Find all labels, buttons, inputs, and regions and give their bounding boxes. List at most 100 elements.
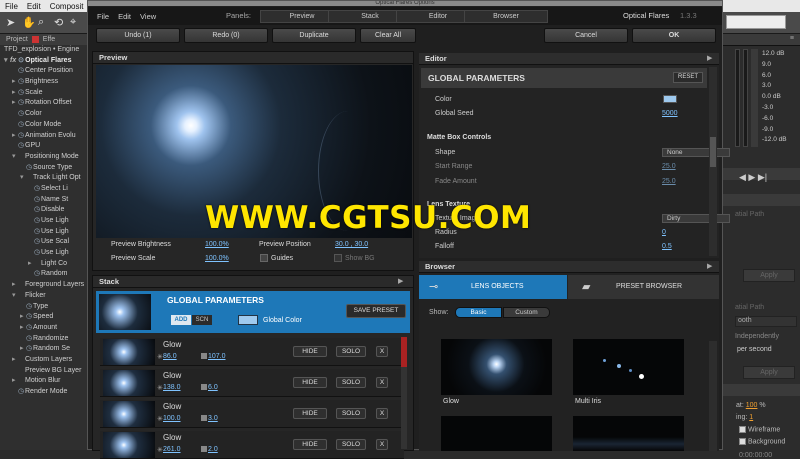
host-menu-file[interactable]: File bbox=[5, 2, 18, 11]
stopwatch-icon[interactable]: ◷ bbox=[34, 248, 41, 259]
stopwatch-icon[interactable]: ◷ bbox=[34, 184, 41, 195]
hide-button[interactable]: HIDE bbox=[293, 439, 327, 450]
global-parameters-row[interactable]: GLOBAL PARAMETERS ADD SCN Global Color S… bbox=[96, 291, 410, 333]
apply-button-2[interactable]: Apply bbox=[743, 366, 795, 379]
rotate-tool-icon[interactable]: ⟲ bbox=[54, 16, 63, 29]
preview-position-value[interactable]: 30.0 , 30.0 bbox=[335, 241, 368, 248]
preview-brightness-value[interactable]: 100.0% bbox=[205, 241, 229, 248]
duplicate-button[interactable]: Duplicate bbox=[272, 28, 356, 43]
stopwatch-icon[interactable]: ◷ bbox=[26, 334, 33, 345]
stopwatch-icon[interactable]: ◷ bbox=[18, 66, 25, 77]
stopwatch-icon[interactable]: ◷ bbox=[18, 141, 25, 152]
radius-value[interactable]: 0 bbox=[662, 229, 666, 236]
shape-select[interactable]: None bbox=[662, 148, 730, 157]
cancel-button[interactable]: Cancel bbox=[544, 28, 628, 43]
global-seed-value[interactable]: 5000 bbox=[662, 110, 678, 117]
browser-item-glow-thumb[interactable] bbox=[441, 339, 552, 395]
property-row[interactable]: ◷Use Ligh bbox=[0, 216, 95, 227]
wireframe-row[interactable]: Wireframe bbox=[739, 426, 780, 433]
stopwatch-icon[interactable]: ◷ bbox=[34, 269, 41, 280]
property-row[interactable]: ▸ ◷Speed bbox=[0, 312, 95, 323]
expand-icon[interactable]: ▾ bbox=[20, 173, 26, 184]
expand-icon[interactable]: ▸ bbox=[12, 280, 18, 291]
tab-effect-controls[interactable]: Effe bbox=[43, 36, 55, 43]
stopwatch-icon[interactable]: ◷ bbox=[34, 237, 41, 248]
start-range-value[interactable]: 25.0 bbox=[662, 163, 676, 170]
expand-icon[interactable]: ▾ bbox=[12, 152, 18, 163]
stack-row[interactable]: Glow ✳ 261.0 2.0 HIDE SOLO X bbox=[100, 431, 404, 459]
expand-icon[interactable]: ▾ bbox=[12, 291, 18, 302]
stack-panel-menu-icon[interactable]: ▶ bbox=[398, 277, 403, 285]
solo-button[interactable]: SOLO bbox=[336, 346, 366, 357]
stopwatch-icon[interactable]: ◷ bbox=[34, 195, 41, 206]
browser-item-3-thumb[interactable] bbox=[441, 416, 552, 451]
property-row[interactable]: ◷Center Position bbox=[0, 66, 95, 77]
property-row[interactable]: ◷Disable bbox=[0, 205, 95, 216]
custom-toggle[interactable]: Custom bbox=[503, 307, 550, 318]
show-bg-checkbox[interactable] bbox=[334, 254, 342, 262]
property-row[interactable]: ◷Color Mode bbox=[0, 120, 95, 131]
hide-button[interactable]: HIDE bbox=[293, 377, 327, 388]
property-row[interactable]: ◷Color bbox=[0, 109, 95, 120]
delete-button[interactable]: X bbox=[376, 439, 388, 450]
stopwatch-icon[interactable]: ◷ bbox=[18, 88, 25, 99]
property-row[interactable]: ▸ ◷Amount bbox=[0, 323, 95, 334]
hide-button[interactable]: HIDE bbox=[293, 408, 327, 419]
property-row[interactable]: ▸ Light Co bbox=[0, 259, 95, 270]
property-row[interactable]: ◷GPU bbox=[0, 141, 95, 152]
stopwatch-icon[interactable]: ◷ bbox=[26, 323, 33, 334]
property-row[interactable]: ▸ ◷Animation Evolu bbox=[0, 131, 95, 142]
add-button[interactable]: ADD bbox=[171, 315, 191, 325]
playback-controls[interactable]: ◀ ▶ ▶| bbox=[739, 172, 767, 183]
property-row[interactable]: ▾ Flicker bbox=[0, 291, 95, 302]
property-row[interactable]: ▸ Custom Layers bbox=[0, 355, 95, 366]
selection-tool-icon[interactable]: ➤ bbox=[6, 16, 15, 29]
property-row[interactable]: ◷Randomize bbox=[0, 334, 95, 345]
redo-button[interactable]: Redo (0) bbox=[184, 28, 268, 43]
dialog-menu-file[interactable]: File bbox=[97, 12, 109, 21]
property-row[interactable]: ▾ Positioning Mode bbox=[0, 152, 95, 163]
element-brightness[interactable]: 86.0 bbox=[163, 353, 177, 360]
property-row[interactable]: ▸ ◷Random Se bbox=[0, 344, 95, 355]
property-row[interactable]: ◷Select Li bbox=[0, 184, 95, 195]
stack-scrollbar[interactable] bbox=[401, 337, 407, 449]
property-row[interactable]: ◷Source Type bbox=[0, 163, 95, 174]
browser-scrollbar[interactable] bbox=[709, 341, 717, 451]
stopwatch-icon[interactable]: ◷ bbox=[18, 131, 25, 142]
save-preset-button[interactable]: SAVE PRESET bbox=[346, 304, 406, 318]
texture-image-select[interactable]: Dirty bbox=[662, 214, 730, 223]
property-row[interactable]: ▸ ◷Brightness bbox=[0, 77, 95, 88]
element-brightness[interactable]: 138.0 bbox=[163, 384, 181, 391]
stopwatch-icon[interactable]: ◷ bbox=[26, 312, 33, 323]
delete-button[interactable]: X bbox=[376, 408, 388, 419]
element-scale[interactable]: 3.0 bbox=[208, 415, 218, 422]
editor-scroll-thumb[interactable] bbox=[710, 137, 716, 167]
stack-row[interactable]: Glow ✳ 138.0 6.0 HIDE SOLO X bbox=[100, 369, 404, 397]
undo-button[interactable]: Undo (1) bbox=[96, 28, 180, 43]
expand-icon[interactable]: ▸ bbox=[12, 355, 18, 366]
solo-button[interactable]: SOLO bbox=[336, 377, 366, 388]
property-row[interactable]: ◷Use Scal bbox=[0, 237, 95, 248]
fx-icon[interactable]: fx bbox=[10, 57, 18, 64]
fade-amount-value[interactable]: 25.0 bbox=[662, 178, 676, 185]
ok-button[interactable]: OK bbox=[632, 28, 716, 43]
preview-scale-value[interactable]: 100.0% bbox=[205, 255, 229, 262]
audio-slider[interactable] bbox=[751, 49, 758, 147]
editor-scrollbar[interactable] bbox=[709, 67, 717, 256]
element-brightness[interactable]: 100.0 bbox=[163, 415, 181, 422]
effect-header[interactable]: ▾ fx ⊙Optical Flares bbox=[0, 56, 95, 67]
stopwatch-icon[interactable]: ◷ bbox=[26, 302, 33, 313]
clear-all-button[interactable]: Clear All bbox=[360, 28, 416, 43]
element-scale[interactable]: 6.0 bbox=[208, 384, 218, 391]
opacity-value[interactable]: 100 bbox=[746, 402, 758, 409]
close-icon[interactable] bbox=[31, 36, 39, 43]
browser-panel-menu-icon[interactable]: ▶ bbox=[707, 262, 712, 270]
stack-row[interactable]: Glow ✳ 100.0 3.0 HIDE SOLO X bbox=[100, 400, 404, 428]
stopwatch-icon[interactable]: ◷ bbox=[18, 109, 25, 120]
stopwatch-icon[interactable]: ◷ bbox=[18, 120, 25, 131]
background-row[interactable]: Background bbox=[739, 438, 785, 445]
host-search-field[interactable] bbox=[726, 15, 786, 29]
element-scale[interactable]: 107.0 bbox=[208, 353, 226, 360]
smooth-select[interactable]: ooth bbox=[735, 316, 797, 327]
preset-browser-tab[interactable]: ▰ PRESET BROWSER bbox=[568, 275, 719, 299]
